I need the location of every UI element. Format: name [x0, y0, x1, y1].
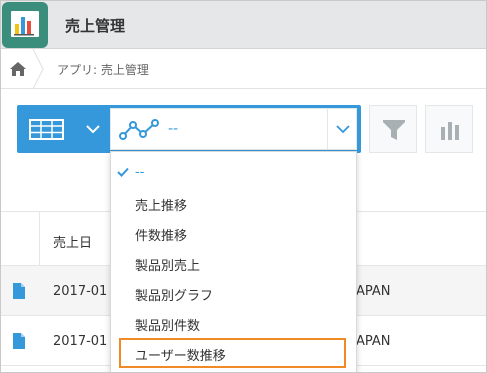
column-divider [39, 212, 40, 267]
menu-item-label: 件数推移 [135, 229, 188, 244]
checkmark-icon [117, 167, 129, 177]
menu-item-sales-trend[interactable]: 売上推移 [111, 188, 356, 218]
chevron-down-icon[interactable] [333, 119, 353, 139]
menu-item-label: 売上推移 [135, 199, 188, 214]
menu-item-sales-by-product[interactable]: 製品別売上 [111, 248, 356, 278]
table-view-button[interactable] [17, 105, 77, 153]
record-detail-icon[interactable] [13, 283, 25, 299]
menu-item-label: -- [135, 165, 145, 180]
menu-item-label: 製品別件数 [135, 319, 201, 334]
graph-button[interactable] [425, 105, 473, 153]
graph-select[interactable]: -- [110, 108, 357, 150]
bar-chart-app-icon[interactable] [2, 2, 48, 48]
menu-item-count-trend[interactable]: 件数推移 [111, 218, 356, 248]
menu-item-none[interactable]: -- [111, 158, 356, 188]
bar-graph-icon [441, 122, 459, 140]
app-title: 売上管理 [65, 17, 126, 35]
menu-item-user-count-trend[interactable]: ユーザー数推移 [119, 338, 346, 368]
record-detail-icon[interactable] [13, 333, 25, 349]
menu-item-graph-by-product[interactable]: 製品別グラフ [111, 278, 356, 308]
home-icon[interactable] [9, 61, 27, 77]
breadcrumb: アプリ: 売上管理 [1, 49, 486, 89]
app-header: 売上管理 [1, 1, 486, 49]
graph-select-value: -- [168, 121, 179, 137]
filter-button[interactable] [369, 105, 417, 153]
cell-sales-date: 2017-01 [53, 334, 108, 349]
menu-item-count-by-product[interactable]: 製品別件数 [111, 308, 356, 338]
menu-item-label: 製品別売上 [135, 259, 201, 274]
cell-sales-date: 2017-01 [53, 284, 108, 299]
menu-item-label: ユーザー数推移 [135, 349, 226, 364]
cell-country: APAN [356, 334, 391, 349]
cell-country: APAN [356, 284, 391, 299]
column-header-sales-date[interactable]: 売上日 [53, 232, 92, 251]
breadcrumb-app-link[interactable]: アプリ: 売上管理 [57, 61, 149, 78]
chevron-down-icon[interactable] [83, 117, 103, 141]
select-divider [327, 109, 328, 149]
line-graph-icon [119, 119, 159, 140]
table-view-icon [29, 119, 64, 140]
filter-funnel-icon [383, 120, 405, 140]
app-window: 売上管理 アプリ: 売上管理 -- 売上日 2017-01 APAN 2017-… [0, 0, 487, 373]
menu-item-label: 製品別グラフ [135, 289, 214, 304]
graph-dropdown-menu: -- 売上推移 件数推移 製品別売上 製品別グラフ 製品別件数 ユーザー数推移 [110, 151, 357, 372]
breadcrumb-separator [32, 49, 44, 89]
